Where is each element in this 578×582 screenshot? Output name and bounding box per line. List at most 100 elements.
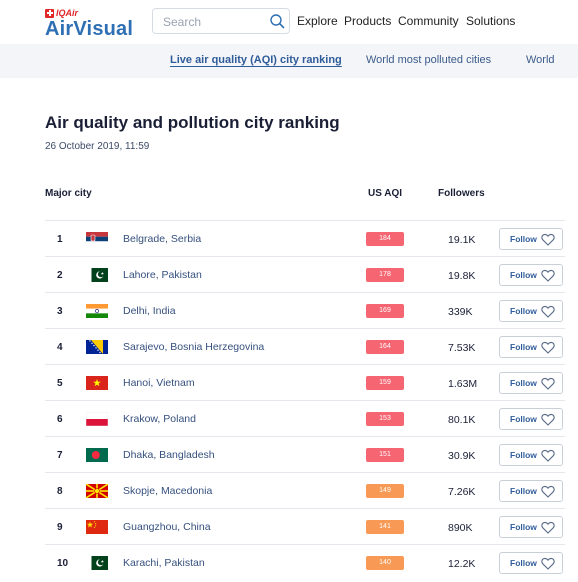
- city-link[interactable]: Karachi, Pakistan: [123, 557, 205, 569]
- page-title: Air quality and pollution city ranking: [45, 113, 340, 132]
- followers-count: 30.9K: [448, 450, 476, 462]
- rank-number: 10: [57, 558, 69, 569]
- follow-button[interactable]: Follow: [499, 336, 563, 358]
- rank-number: 9: [57, 522, 63, 533]
- airvisual-logo-text: AirVisual: [45, 18, 134, 40]
- table-row[interactable]: 4 Sarajevo, Bosnia Herzegovina 164 7.53K…: [45, 328, 565, 365]
- followers-count: 1.63M: [448, 378, 478, 390]
- follow-label: Follow: [510, 486, 537, 496]
- heart-icon: [541, 269, 555, 282]
- rank-number: 5: [57, 378, 63, 389]
- followers-count: 12.2K: [448, 558, 476, 570]
- follow-label: Follow: [510, 342, 537, 352]
- top-header: IQAir AirVisual Explore Products Communi…: [0, 0, 578, 44]
- rank-number: 4: [57, 342, 63, 353]
- rank-number: 3: [57, 306, 63, 317]
- followers-count: 7.26K: [448, 486, 476, 498]
- search-icon[interactable]: [269, 13, 285, 29]
- follow-button[interactable]: Follow: [499, 228, 563, 250]
- tab-world[interactable]: World: [526, 54, 555, 66]
- timestamp: 26 October 2019, 11:59: [45, 141, 150, 152]
- city-link[interactable]: Skopje, Macedonia: [123, 485, 212, 497]
- followers-count: 7.53K: [448, 342, 476, 354]
- rank-number: 6: [57, 414, 63, 425]
- table-row[interactable]: 2 Lahore, Pakistan 178 19.8K Follow: [45, 256, 565, 293]
- rank-number: 1: [57, 234, 63, 245]
- table-row[interactable]: 5 Hanoi, Vietnam 159 1.63M Follow: [45, 364, 565, 401]
- followers-count: 19.8K: [448, 270, 476, 282]
- nav-explore[interactable]: Explore: [297, 14, 338, 28]
- followers-count: 19.1K: [448, 234, 476, 246]
- table-row[interactable]: 10 Karachi, Pakistan 140 12.2K Follow: [45, 544, 565, 581]
- poland-flag-icon: [86, 412, 108, 426]
- bangladesh-flag-icon: [86, 448, 108, 462]
- table-row[interactable]: 7 Dhaka, Bangladesh 151 30.9K Follow: [45, 436, 565, 473]
- follow-label: Follow: [510, 234, 537, 244]
- header-us-aqi: US AQI: [368, 188, 403, 199]
- aqi-badge: 184: [366, 232, 404, 246]
- rank-number: 8: [57, 486, 63, 497]
- heart-icon: [541, 341, 555, 354]
- heart-icon: [541, 521, 555, 534]
- aqi-badge: 153: [366, 412, 404, 426]
- city-link[interactable]: Sarajevo, Bosnia Herzegovina: [123, 341, 264, 353]
- bosnia-flag-icon: [86, 340, 108, 354]
- city-link[interactable]: Lahore, Pakistan: [123, 269, 202, 281]
- follow-label: Follow: [510, 306, 537, 316]
- heart-icon: [541, 377, 555, 390]
- swiss-cross-icon: [45, 8, 54, 18]
- aqi-badge: 140: [366, 556, 404, 570]
- follow-label: Follow: [510, 378, 537, 388]
- search-box: [152, 8, 290, 34]
- rank-number: 7: [57, 450, 63, 461]
- search-input[interactable]: [161, 10, 265, 34]
- header-followers: Followers: [438, 188, 485, 199]
- follow-button[interactable]: Follow: [499, 264, 563, 286]
- follow-button[interactable]: Follow: [499, 552, 563, 574]
- follow-button[interactable]: Follow: [499, 480, 563, 502]
- follow-label: Follow: [510, 270, 537, 280]
- sub-navigation: Live air quality (AQI) city ranking Worl…: [0, 44, 578, 78]
- city-link[interactable]: Hanoi, Vietnam: [123, 377, 195, 389]
- aqi-badge: 178: [366, 268, 404, 282]
- city-link[interactable]: Krakow, Poland: [123, 413, 196, 425]
- table-row[interactable]: 6 Krakow, Poland 153 80.1K Follow: [45, 400, 565, 437]
- heart-icon: [541, 413, 555, 426]
- follow-label: Follow: [510, 414, 537, 424]
- macedonia-flag-icon: [86, 484, 108, 498]
- aqi-badge: 169: [366, 304, 404, 318]
- aqi-badge: 164: [366, 340, 404, 354]
- aqi-badge: 149: [366, 484, 404, 498]
- heart-icon: [541, 305, 555, 318]
- follow-button[interactable]: Follow: [499, 444, 563, 466]
- tab-live-aqi-ranking[interactable]: Live air quality (AQI) city ranking: [170, 54, 342, 66]
- airvisual-logo[interactable]: IQAir AirVisual: [45, 8, 133, 40]
- nav-solutions[interactable]: Solutions: [466, 14, 515, 28]
- table-row[interactable]: 1 Belgrade, Serbia 184 19.1K Follow: [45, 220, 565, 257]
- follow-button[interactable]: Follow: [499, 372, 563, 394]
- heart-icon: [541, 485, 555, 498]
- nav-community[interactable]: Community: [398, 14, 459, 28]
- india-flag-icon: [86, 304, 108, 318]
- aqi-badge: 159: [366, 376, 404, 390]
- follow-label: Follow: [510, 450, 537, 460]
- table-row[interactable]: 8 Skopje, Macedonia 149 7.26K Follow: [45, 472, 565, 509]
- table-row[interactable]: 3 Delhi, India 169 339K Follow: [45, 292, 565, 329]
- vietnam-flag-icon: [86, 376, 108, 390]
- city-link[interactable]: Delhi, India: [123, 305, 176, 317]
- table-row[interactable]: 9 Guangzhou, China 141 890K Follow: [45, 508, 565, 545]
- city-link[interactable]: Dhaka, Bangladesh: [123, 449, 215, 461]
- nav-products[interactable]: Products: [344, 14, 391, 28]
- china-flag-icon: [86, 520, 108, 534]
- city-link[interactable]: Belgrade, Serbia: [123, 233, 201, 245]
- tab-most-polluted-cities[interactable]: World most polluted cities: [366, 54, 491, 66]
- follow-button[interactable]: Follow: [499, 516, 563, 538]
- follow-label: Follow: [510, 558, 537, 568]
- follow-button[interactable]: Follow: [499, 300, 563, 322]
- city-link[interactable]: Guangzhou, China: [123, 521, 211, 533]
- serbia-flag-icon: [86, 232, 108, 246]
- follow-button[interactable]: Follow: [499, 408, 563, 430]
- pakistan-flag-icon: [86, 268, 108, 282]
- heart-icon: [541, 233, 555, 246]
- header-major-city: Major city: [45, 188, 92, 199]
